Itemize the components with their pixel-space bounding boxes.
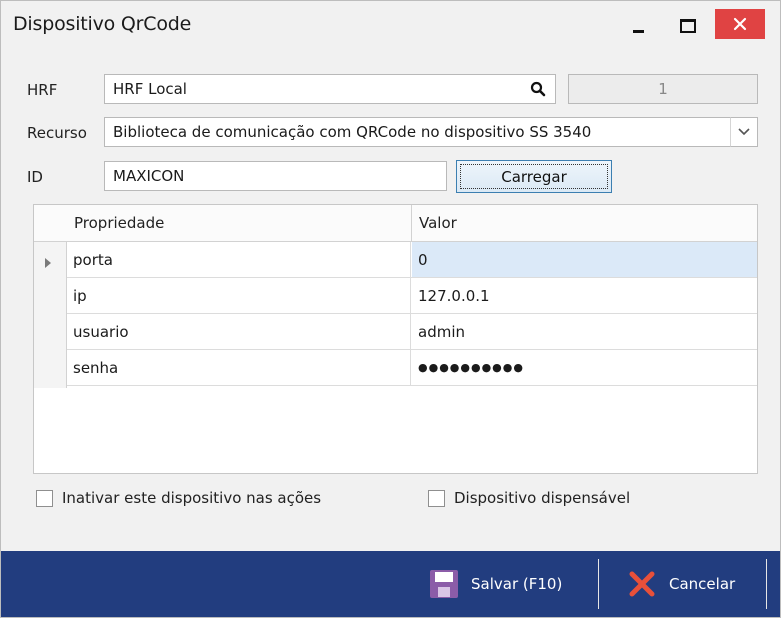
recurso-select-value: Biblioteca de comunicação com QRCode no …	[113, 123, 592, 141]
search-icon	[530, 81, 545, 97]
cancel-button[interactable]: Cancelar	[627, 559, 735, 609]
table-row[interactable]: ip 127.0.0.1	[67, 278, 757, 314]
table-row[interactable]: senha ●●●●●●●●●●	[67, 350, 757, 386]
recurso-select[interactable]: Biblioteca de comunicação com QRCode no …	[104, 117, 731, 147]
inativar-checkbox[interactable]: Inativar este dispositivo nas ações	[36, 489, 321, 507]
grid-header: Propriedade Valor	[34, 205, 757, 242]
column-header-valor[interactable]: Valor	[412, 205, 757, 241]
maximize-icon	[680, 19, 696, 33]
inativar-checkbox-label: Inativar este dispositivo nas ações	[62, 489, 322, 507]
column-header-propriedade[interactable]: Propriedade	[67, 205, 412, 241]
checkbox-box[interactable]	[36, 489, 53, 507]
carregar-button[interactable]: Carregar	[456, 160, 612, 193]
properties-grid[interactable]: Propriedade Valor porta 0 ip 127.0.0.1 u…	[33, 204, 758, 474]
current-row-arrow-icon	[45, 258, 51, 268]
cell-valor-password[interactable]: ●●●●●●●●●●	[412, 350, 757, 385]
cancel-x-icon	[629, 571, 655, 597]
hrf-search-button[interactable]	[520, 74, 556, 104]
id-input-value: MAXICON	[113, 167, 185, 185]
cell-valor[interactable]: 127.0.0.1	[412, 278, 757, 313]
cancel-button-label: Cancelar	[669, 575, 736, 593]
recurso-dropdown-button[interactable]	[730, 117, 758, 147]
close-icon	[733, 17, 747, 31]
id-input[interactable]: MAXICON	[104, 161, 447, 191]
close-button[interactable]	[715, 9, 765, 39]
save-icon	[430, 570, 458, 598]
cell-valor[interactable]: 0	[412, 242, 757, 277]
hrf-input[interactable]: HRF Local	[104, 74, 521, 104]
title-bar: Dispositivo QrCode	[1, 1, 780, 51]
window-title: Dispositivo QrCode	[13, 13, 192, 35]
cell-propriedade[interactable]: senha	[67, 350, 411, 385]
footer-separator	[766, 559, 767, 609]
checkbox-box[interactable]	[428, 489, 445, 507]
dialog-window: Dispositivo QrCode HRF HRF Local 1 Recur…	[0, 0, 781, 618]
footer-toolbar: Salvar (F10) Cancelar	[1, 551, 780, 617]
table-row[interactable]: usuario admin	[67, 314, 757, 350]
dispensavel-checkbox[interactable]: Dispositivo dispensável	[428, 489, 630, 507]
recurso-label: Recurso	[27, 124, 87, 142]
maximize-button[interactable]	[671, 9, 705, 43]
minimize-icon	[632, 29, 644, 33]
focus-rectangle	[460, 164, 608, 189]
hrf-label: HRF	[27, 81, 58, 99]
table-row[interactable]: porta 0	[67, 242, 757, 278]
hrf-number-value: 1	[658, 80, 668, 98]
minimize-button[interactable]	[621, 9, 655, 43]
hrf-input-value: HRF Local	[113, 80, 187, 98]
cell-valor[interactable]: admin	[412, 314, 757, 349]
id-label: ID	[27, 168, 43, 186]
footer-separator	[598, 559, 599, 609]
cell-propriedade[interactable]: usuario	[67, 314, 411, 349]
cell-propriedade[interactable]: ip	[67, 278, 411, 313]
save-button[interactable]: Salvar (F10)	[429, 559, 562, 609]
dispensavel-checkbox-label: Dispositivo dispensável	[454, 489, 631, 507]
cell-propriedade[interactable]: porta	[67, 242, 411, 277]
hrf-number-field: 1	[568, 74, 758, 104]
save-button-label: Salvar (F10)	[471, 575, 563, 593]
chevron-down-icon	[738, 128, 750, 136]
